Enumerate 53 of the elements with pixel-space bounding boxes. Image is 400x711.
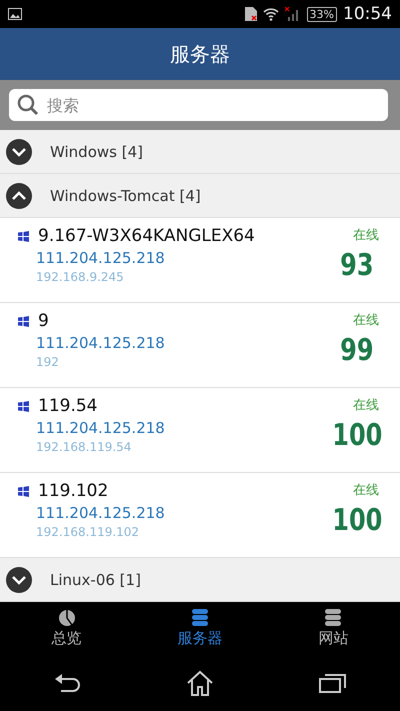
recent-apps-icon[interactable] [319,672,348,694]
health-score: 99 [340,333,374,368]
lan-ip: 192.168.119.102 [36,525,140,539]
search-input[interactable]: 搜索 [45,94,380,116]
lan-ip: 192.168.119.54 [36,440,132,454]
page-title: 服务器 [170,40,230,68]
lan-ip: 192 [36,355,60,369]
search-icon [17,94,39,116]
lan-ip: 192.168.9.245 [36,270,125,284]
windows-icon [18,486,29,496]
public-ip: 111.204.125.218 [36,419,166,437]
pie-chart-icon [58,609,76,627]
chevron-icon[interactable] [6,566,32,592]
server-name: 9.167-W3X64KANGLEX64 [38,226,255,246]
status-label: 在线 [353,482,379,499]
windows-icon [18,400,29,412]
server-name: 119.102 [38,481,108,501]
database-icon [325,609,342,627]
nav-tab[interactable]: 网站 [266,602,400,655]
health-score: 93 [340,248,374,283]
server-name: 9 [38,311,49,331]
windows-icon [18,316,29,326]
battery-level: 33% [306,6,337,22]
database-icon [192,609,208,627]
server-row[interactable]: 119.102 111.204.125.218 192.168.119.102 在线 100 [0,473,400,558]
status-label: 在线 [353,397,379,414]
server-row[interactable]: 9.167-W3X64KANGLEX64 111.204.125.218 192.168.9.245 在线 93 [0,218,400,303]
health-score: 100 [332,503,382,538]
server-row[interactable]: 119.54 111.204.125.218 192.168.119.54 在线 100 [0,388,400,473]
nav-tab[interactable]: 总览 [0,602,134,655]
clock-time: 10:54 [343,4,392,24]
health-score: 100 [332,418,382,453]
status-label: 在线 [353,227,379,244]
status-label: 在线 [353,312,379,329]
image-icon [8,8,22,20]
group-name: Windows [4] [50,142,143,160]
sim-card-icon [244,7,257,21]
wifi-icon [262,7,279,21]
search-field[interactable]: 搜索 [9,89,388,121]
nav-tab[interactable]: 服务器 [133,602,267,655]
home-icon[interactable] [186,670,214,696]
public-ip: 111.204.125.218 [36,334,166,352]
windows-icon [18,230,29,242]
chevron-icon[interactable] [6,138,32,164]
group-name: Linux-06 [1] [50,570,141,588]
group-name: Windows-Tomcat [4] [50,186,201,204]
public-ip: 111.204.125.218 [36,249,166,267]
back-icon[interactable] [52,673,81,693]
signal-icon [284,7,301,21]
public-ip: 111.204.125.218 [36,504,166,522]
chevron-icon[interactable] [6,182,32,208]
server-row[interactable]: 9 111.204.125.218 192 在线 99 [0,303,400,388]
server-name: 119.54 [38,396,98,416]
